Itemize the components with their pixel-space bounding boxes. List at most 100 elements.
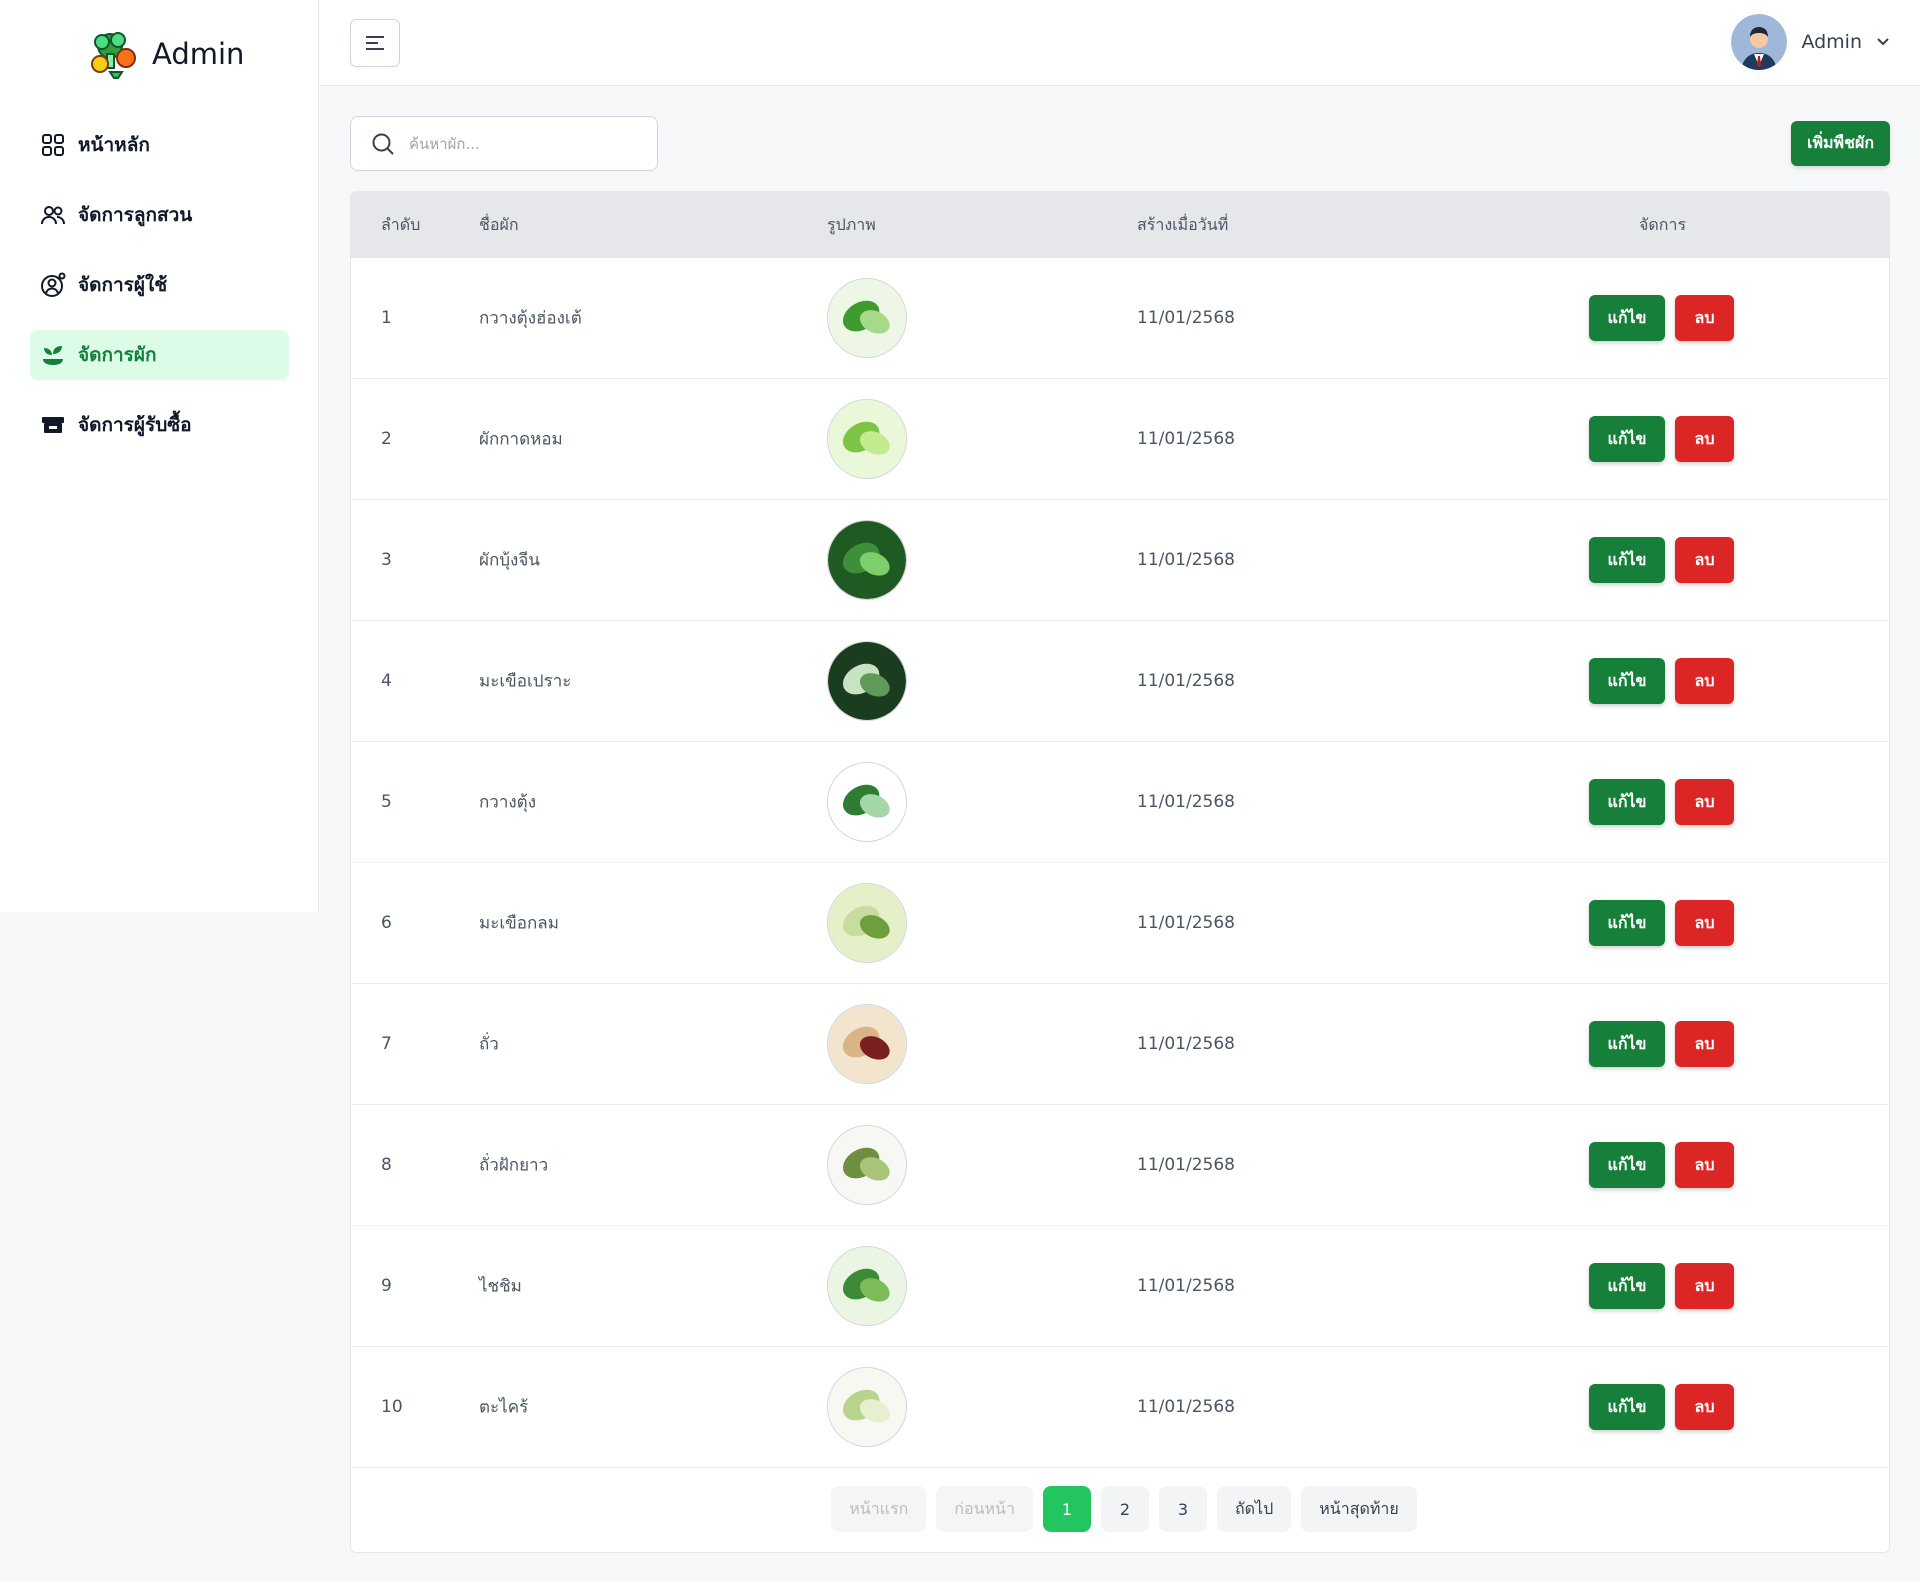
users-icon <box>41 206 65 225</box>
edit-button[interactable]: แก้ไข <box>1589 1142 1665 1188</box>
vegetable-name: ไชชิม <box>479 1276 522 1297</box>
vegetable-name: มะเขือกลม <box>479 913 559 934</box>
vegetable-name: ถั่ว <box>479 1034 499 1055</box>
row-number: 6 <box>381 913 392 933</box>
edit-button[interactable]: แก้ไข <box>1589 900 1665 946</box>
created-date: 11/01/2568 <box>1137 429 1235 449</box>
vegetable-name: ถั่วฝักยาว <box>479 1155 549 1176</box>
vegetable-name: กวางตุ้ง <box>479 792 537 813</box>
pagination-first-button[interactable]: หน้าแรก <box>831 1486 927 1532</box>
column-header-image[interactable]: รูปภาพ <box>827 213 876 238</box>
brand[interactable]: Admin <box>88 28 244 80</box>
edit-button[interactable]: แก้ไข <box>1589 779 1665 825</box>
vegetable-thumbnail <box>827 1125 907 1205</box>
row-actions: แก้ไข ลบ <box>1589 537 1734 583</box>
created-date: 11/01/2568 <box>1137 1397 1235 1417</box>
pagination-last-button[interactable]: หน้าสุดท้าย <box>1301 1486 1417 1532</box>
created-date: 11/01/2568 <box>1137 1155 1235 1175</box>
edit-button[interactable]: แก้ไข <box>1589 537 1665 583</box>
row-actions: แก้ไข ลบ <box>1589 1021 1734 1067</box>
edit-button[interactable]: แก้ไข <box>1589 1021 1665 1067</box>
delete-button[interactable]: ลบ <box>1675 416 1734 462</box>
sidebar-toggle-button[interactable] <box>350 19 400 67</box>
created-date: 11/01/2568 <box>1137 1034 1235 1054</box>
brand-title: Admin <box>152 37 245 71</box>
pagination-next-button[interactable]: ถัดไป <box>1216 1486 1292 1532</box>
table-header: ลำดับ ชื่อผัก รูปภาพ สร้างเมื่อวันที่ จั… <box>351 192 1889 258</box>
avatar <box>1731 14 1788 70</box>
edit-button[interactable]: แก้ไข <box>1589 1263 1665 1309</box>
sidebar: Admin หน้าหลัก จัดการลูกสวน จัดการผู้ใช้ <box>0 0 319 912</box>
vegetable-thumbnail <box>827 1246 907 1326</box>
column-header-created[interactable]: สร้างเมื่อวันที่ <box>1137 213 1228 238</box>
edit-button[interactable]: แก้ไข <box>1589 658 1665 704</box>
edit-button[interactable]: แก้ไข <box>1589 295 1665 341</box>
user-menu[interactable]: Admin <box>1731 14 1890 70</box>
column-header-no[interactable]: ลำดับ <box>381 213 420 238</box>
delete-button[interactable]: ลบ <box>1675 658 1734 704</box>
search-icon <box>372 133 394 155</box>
table-row: 1 กวางตุ้งฮ่องเต้ 11/01/2568 แก้ไข ลบ <box>351 258 1889 379</box>
table-row: 3 ผักบุ้งจีน 11/01/2568 แก้ไข ลบ <box>351 500 1889 621</box>
sidebar-item-label: หน้าหลัก <box>78 134 150 156</box>
pagination-page-3[interactable]: 3 <box>1158 1486 1207 1532</box>
pagination-page-1[interactable]: 1 <box>1042 1486 1091 1532</box>
sidebar-item-vegetables[interactable]: จัดการผัก <box>30 330 289 380</box>
row-number: 9 <box>381 1276 392 1296</box>
sidebar-item-users[interactable]: จัดการผู้ใช้ <box>30 260 289 310</box>
edit-button[interactable]: แก้ไข <box>1589 416 1665 462</box>
row-actions: แก้ไข ลบ <box>1589 1263 1734 1309</box>
row-actions: แก้ไข ลบ <box>1589 1384 1734 1430</box>
row-number: 4 <box>381 671 392 691</box>
delete-button[interactable]: ลบ <box>1675 1263 1734 1309</box>
vegetable-name: กวางตุ้งฮ่องเต้ <box>479 308 582 329</box>
pagination-page-2[interactable]: 2 <box>1100 1486 1149 1532</box>
row-actions: แก้ไข ลบ <box>1589 295 1734 341</box>
row-number: 3 <box>381 550 392 570</box>
row-actions: แก้ไข ลบ <box>1589 900 1734 946</box>
search-box[interactable] <box>350 116 658 171</box>
pagination-prev-button[interactable]: ก่อนหน้า <box>936 1486 1033 1532</box>
table-row: 4 มะเขือเปราะ 11/01/2568 แก้ไข ลบ <box>351 621 1889 742</box>
column-header-name[interactable]: ชื่อผัก <box>479 213 519 238</box>
sidebar-item-dashboard[interactable]: หน้าหลัก <box>30 120 289 170</box>
chevron-down-icon <box>1877 38 1889 46</box>
store-icon <box>42 417 64 433</box>
table-row: 7 ถั่ว 11/01/2568 แก้ไข ลบ <box>351 984 1889 1105</box>
vegetable-table: ลำดับ ชื่อผัก รูปภาพ สร้างเมื่อวันที่ จั… <box>350 191 1890 1553</box>
sidebar-item-label: จัดการผู้ใช้ <box>78 274 168 296</box>
delete-button[interactable]: ลบ <box>1675 779 1734 825</box>
table-row: 10 ตะไคร้ 11/01/2568 แก้ไข ลบ <box>351 1347 1889 1468</box>
sidebar-item-label: จัดการผัก <box>78 344 157 366</box>
sidebar-nav: หน้าหลัก จัดการลูกสวน จัดการผู้ใช้ จัดกา… <box>30 120 289 470</box>
sidebar-item-label: จัดการลูกสวน <box>78 204 193 226</box>
column-header-actions: จัดการ <box>1639 214 1687 234</box>
delete-button[interactable]: ลบ <box>1675 1384 1734 1430</box>
created-date: 11/01/2568 <box>1137 1276 1235 1296</box>
created-date: 11/01/2568 <box>1137 550 1235 570</box>
row-actions: แก้ไข ลบ <box>1589 779 1734 825</box>
dashboard-grid-icon <box>42 134 64 156</box>
delete-button[interactable]: ลบ <box>1675 900 1734 946</box>
table-row: 2 ผักกาดหอม 11/01/2568 แก้ไข ลบ <box>351 379 1889 500</box>
sidebar-item-buyers[interactable]: จัดการผู้รับซื้อ <box>30 400 289 450</box>
sidebar-item-farmers[interactable]: จัดการลูกสวน <box>30 190 289 240</box>
row-actions: แก้ไข ลบ <box>1589 416 1734 462</box>
sidebar-item-label: จัดการผู้รับซื้อ <box>78 414 192 436</box>
table-row: 8 ถั่วฝักยาว 11/01/2568 แก้ไข ลบ <box>351 1105 1889 1226</box>
delete-button[interactable]: ลบ <box>1675 295 1734 341</box>
delete-button[interactable]: ลบ <box>1675 1142 1734 1188</box>
search-input[interactable] <box>409 134 629 153</box>
delete-button[interactable]: ลบ <box>1675 1021 1734 1067</box>
table-row: 5 กวางตุ้ง 11/01/2568 แก้ไข ลบ <box>351 742 1889 863</box>
vegetable-name: ตะไคร้ <box>479 1397 529 1418</box>
row-number: 5 <box>381 792 392 812</box>
pagination: หน้าแรก ก่อนหน้า 1 2 3 ถัดไป หน้าสุดท้าย <box>351 1486 1889 1532</box>
row-number: 7 <box>381 1034 392 1054</box>
created-date: 11/01/2568 <box>1137 792 1235 812</box>
row-number: 1 <box>381 308 392 328</box>
row-number: 8 <box>381 1155 392 1175</box>
delete-button[interactable]: ลบ <box>1675 537 1734 583</box>
edit-button[interactable]: แก้ไข <box>1589 1384 1665 1430</box>
add-vegetable-button[interactable]: เพิ่มพืชผัก <box>1791 121 1890 166</box>
